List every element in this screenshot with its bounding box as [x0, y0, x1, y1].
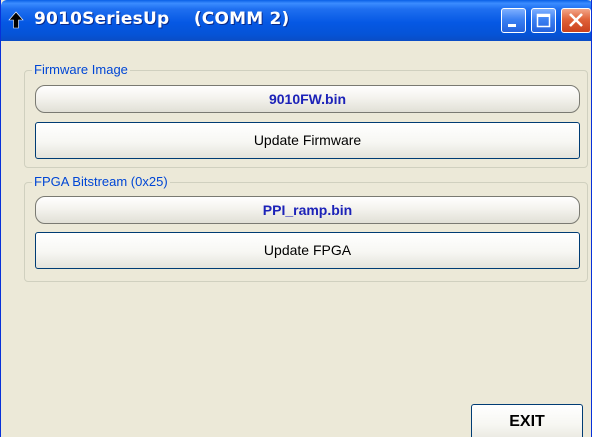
close-button[interactable]	[561, 8, 591, 33]
fpga-bitstream-group-label: FPGA Bitstream (0x25)	[32, 174, 170, 190]
maximize-button[interactable]	[531, 8, 556, 33]
window-title: 9010SeriesUp (COMM 2)	[34, 9, 289, 29]
minimize-button[interactable]	[501, 8, 526, 33]
comm-port-label: (COMM 2)	[193, 9, 290, 29]
main-window: 9010SeriesUp (COMM 2) Firmware Image 901…	[0, 0, 592, 437]
update-fpga-button[interactable]: Update FPGA	[35, 232, 580, 269]
up-arrow-icon	[8, 11, 24, 29]
fpga-file-field[interactable]: PPI_ramp.bin	[35, 196, 580, 224]
exit-button[interactable]: EXIT	[471, 404, 583, 437]
firmware-image-group-label: Firmware Image	[32, 62, 130, 78]
firmware-file-field[interactable]: 9010FW.bin	[35, 85, 580, 113]
title-bar[interactable]: 9010SeriesUp (COMM 2)	[1, 0, 591, 41]
app-name: 9010SeriesUp	[34, 9, 170, 29]
update-firmware-button[interactable]: Update Firmware	[35, 122, 580, 159]
